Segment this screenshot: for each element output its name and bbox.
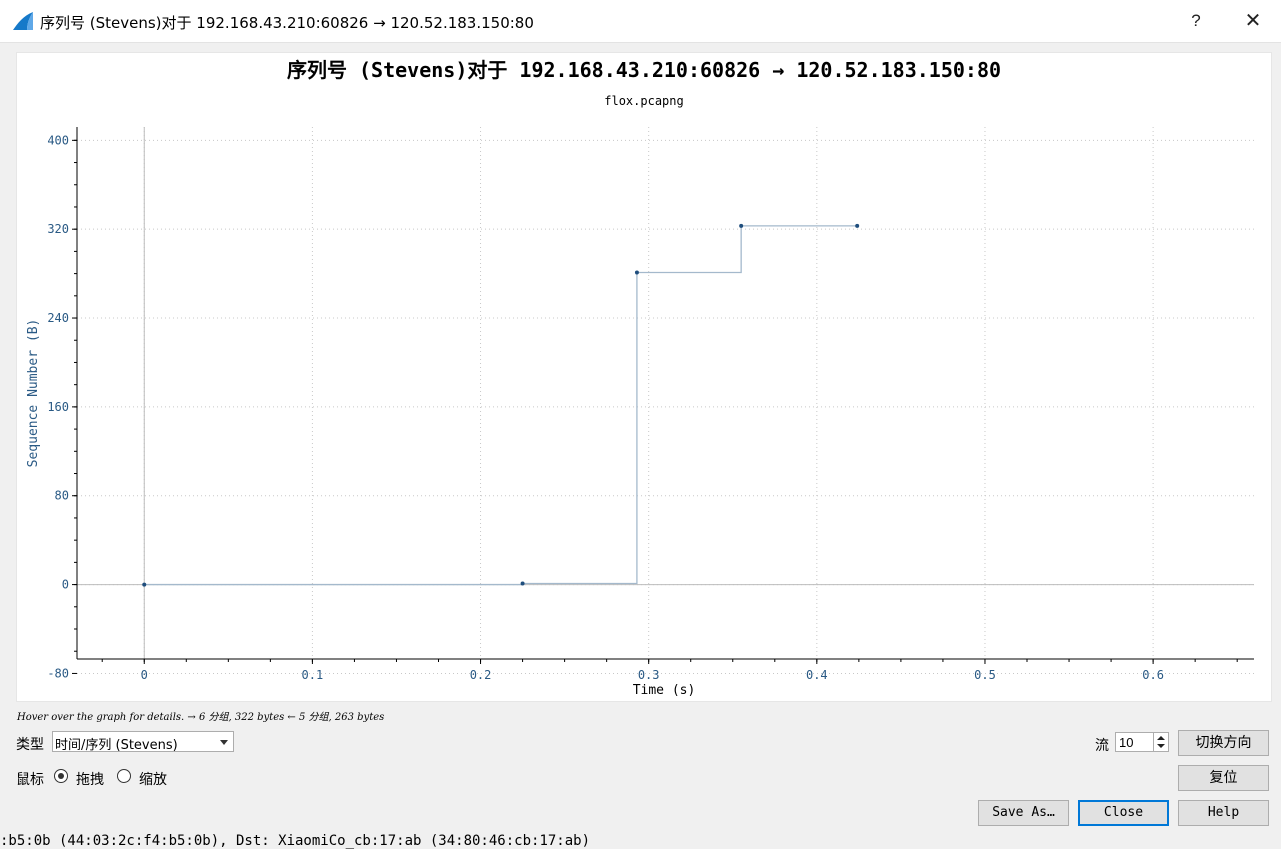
zoom-radio[interactable] (117, 769, 131, 783)
x-tick-label: 0.2 (470, 668, 492, 682)
y-tick-label: 0 (62, 578, 69, 592)
zoom-label: 缩放 (139, 772, 167, 788)
chart-subtitle: flox.pcapng (604, 94, 683, 108)
close-window-button[interactable]: ✕ (1238, 8, 1268, 34)
x-axis-label: Time (s) (633, 683, 696, 698)
y-tick-label: 80 (55, 489, 69, 503)
data-point (142, 582, 147, 587)
data-point (739, 223, 744, 228)
data-point (855, 223, 860, 228)
stream-label: 流 (1095, 738, 1109, 754)
window-title: 序列号 (Stevens)对于 192.168.43.210:60826 → 1… (40, 14, 534, 32)
hover-hint: Hover over the graph for details. → 6 分组… (17, 712, 385, 723)
wireshark-fin-icon (13, 12, 33, 30)
x-tick-label: 0.4 (806, 668, 828, 682)
reset-button[interactable]: 复位 (1178, 765, 1269, 791)
spin-buttons[interactable] (1153, 733, 1168, 751)
series-line (144, 225, 858, 586)
help-title-button[interactable]: ? (1181, 8, 1211, 34)
save-as-button[interactable]: Save As… (978, 800, 1069, 826)
drag-radio[interactable] (54, 769, 68, 783)
y-tick-label: 400 (47, 133, 69, 147)
graph-area[interactable]: -80 0 80 160 240 320 400 0 0.1 0.2 0.3 0.4 0.5 0.6 序列… (16, 52, 1272, 702)
drag-label: 拖拽 (76, 772, 104, 788)
y-tick-label: 160 (47, 400, 69, 414)
grid (77, 127, 1254, 674)
mouse-label: 鼠标 (16, 772, 44, 788)
y-axis-label: Sequence Number (B) (26, 319, 41, 468)
x-tick-label: 0.6 (1142, 668, 1164, 682)
chart-title: 序列号 (Stevens)对于 192.168.43.210:60826 → 1… (287, 58, 1001, 82)
x-tick-label: 0.3 (638, 668, 660, 682)
switch-direction-button[interactable]: 切换方向 (1178, 730, 1269, 756)
stream-spinbox[interactable]: 10 (1115, 732, 1169, 752)
spin-down-icon[interactable] (1157, 744, 1165, 748)
graph-type-select[interactable]: 时间/序列 (Stevens) (52, 731, 234, 753)
data-point (634, 270, 639, 275)
spin-up-icon[interactable] (1157, 736, 1165, 740)
series (142, 223, 860, 587)
x-tick-label: 0.1 (302, 668, 324, 682)
data-point (520, 581, 525, 586)
y-tick-label: 240 (47, 311, 69, 325)
x-tick-label: 0.5 (974, 668, 996, 682)
y-tick-label: -80 (47, 666, 69, 680)
x-tick-label: 0 (141, 668, 148, 682)
close-button[interactable]: Close (1078, 800, 1169, 826)
title-bar: 序列号 (Stevens)对于 192.168.43.210:60826 → 1… (0, 0, 1281, 43)
help-button[interactable]: Help (1178, 800, 1269, 826)
type-label: 类型 (16, 737, 44, 753)
graph-type-value: 时间/序列 (Stevens) (55, 738, 178, 753)
stevens-graph[interactable]: -80 0 80 160 240 320 400 0 0.1 0.2 0.3 0.4 0.5 0.6 序列… (17, 53, 1271, 701)
y-tick-label: 320 (47, 222, 69, 236)
stream-value: 10 (1119, 735, 1134, 750)
axes: -80 0 80 160 240 320 400 0 0.1 0.2 0.3 0.4 0.5 0.6 (47, 127, 1254, 682)
chevron-down-icon (220, 740, 228, 745)
